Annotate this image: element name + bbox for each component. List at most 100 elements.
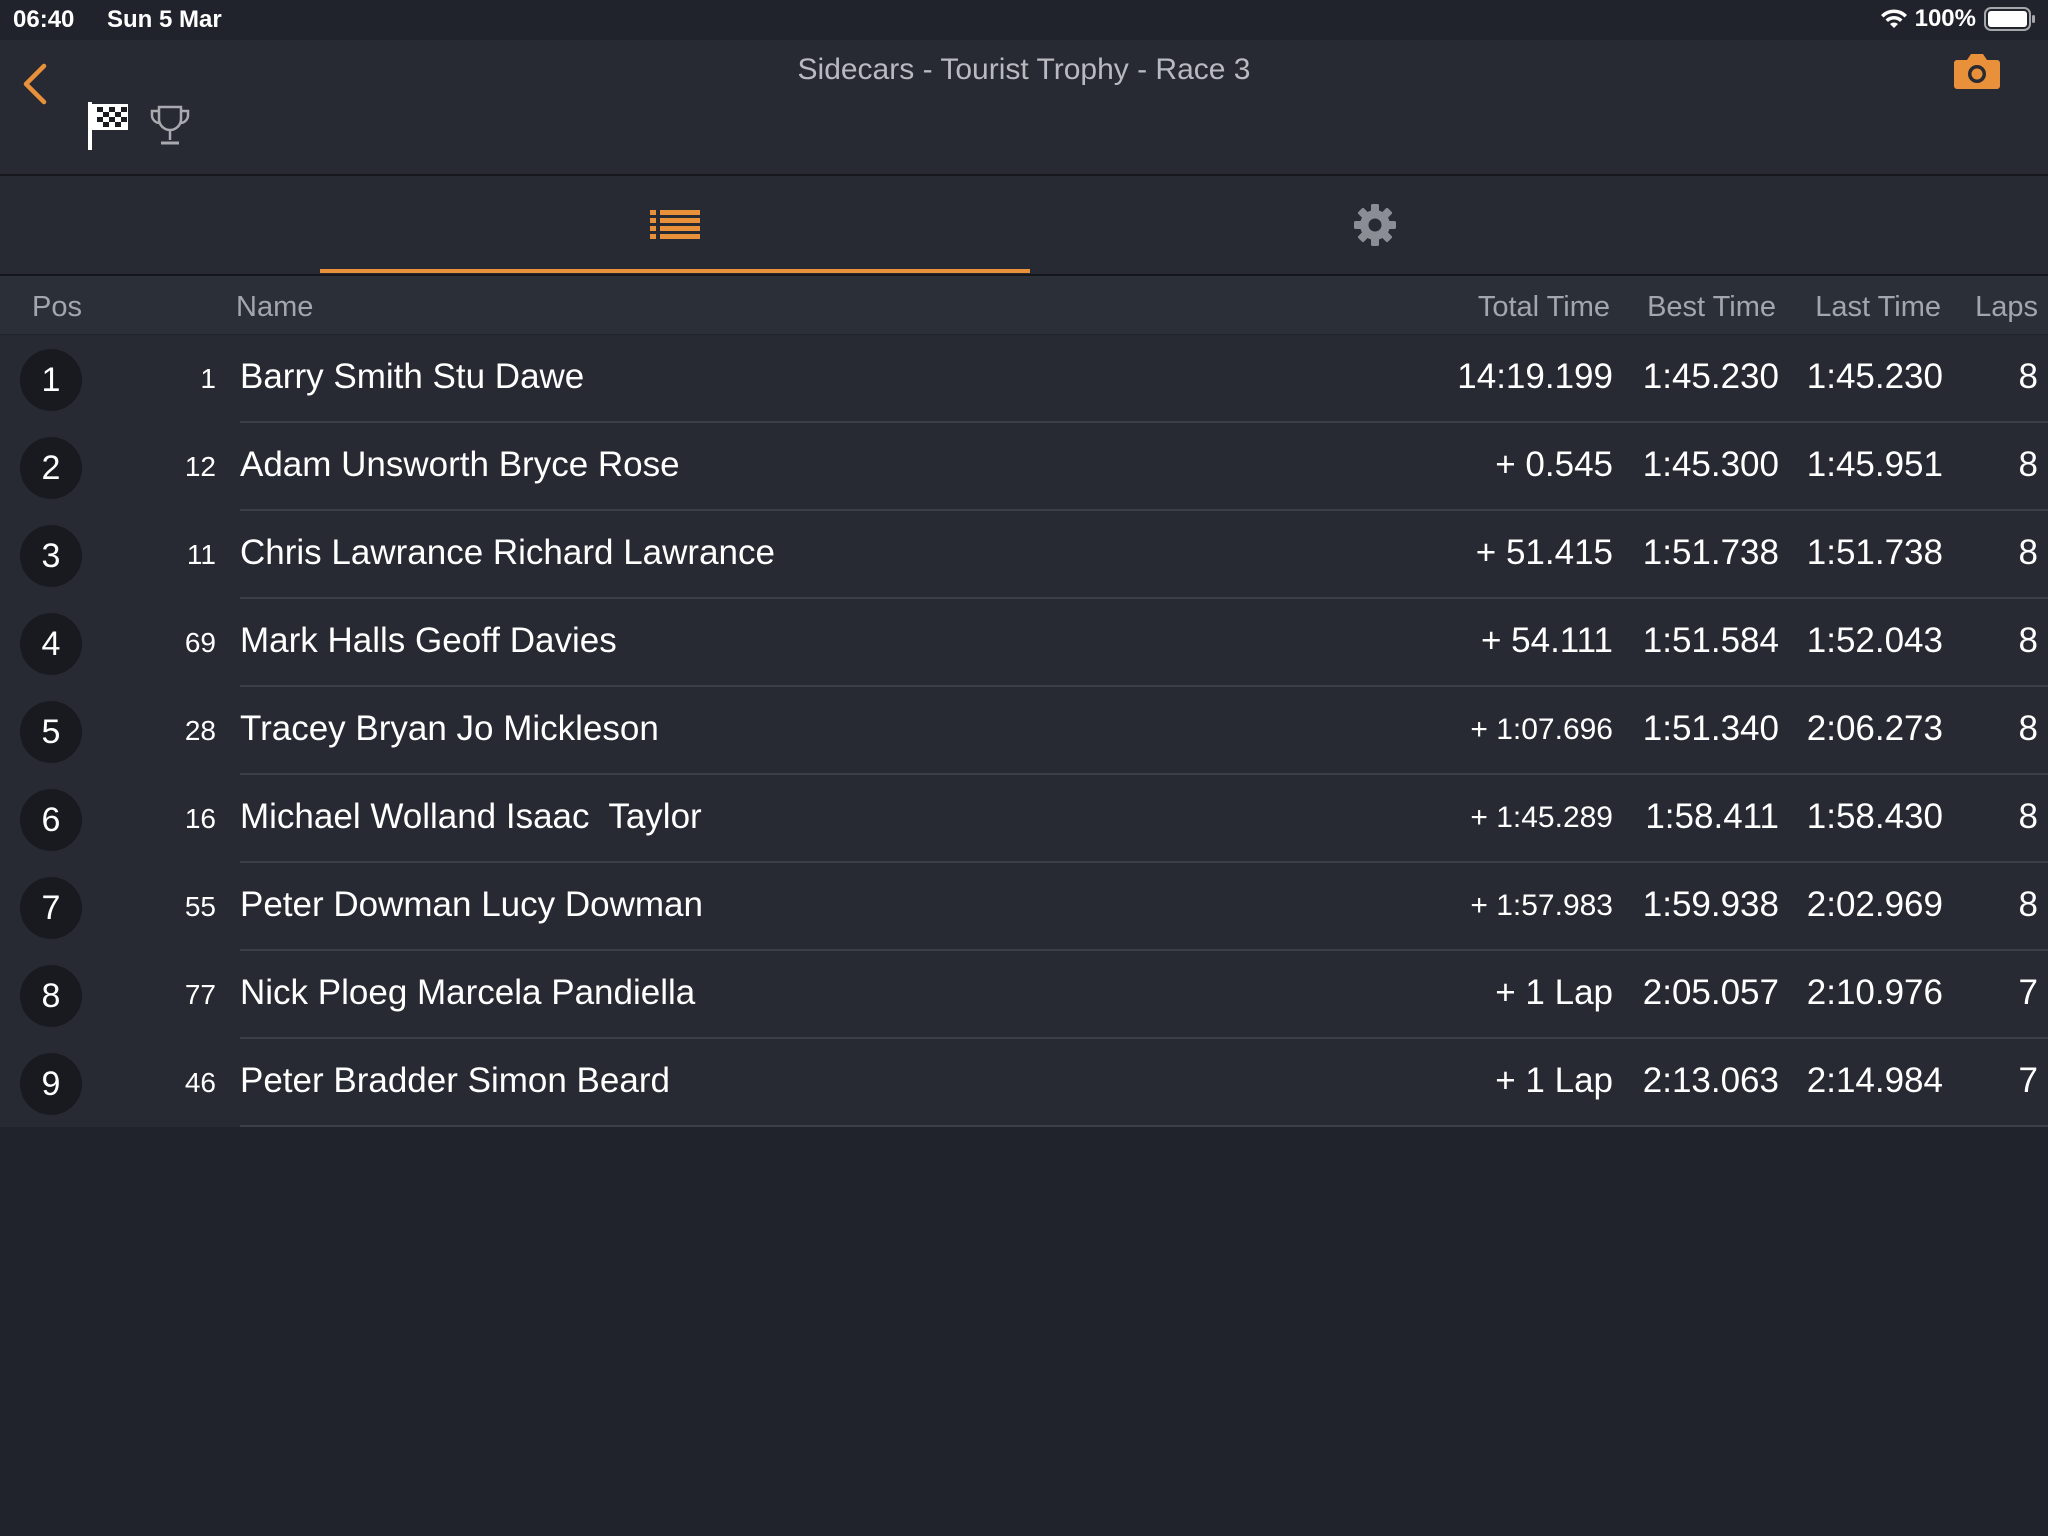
rider-names: Peter Bradder Simon Beard <box>240 1061 670 1100</box>
gear-icon <box>1354 204 1396 246</box>
total-time: + 51.415 <box>1475 533 1613 572</box>
table-row[interactable]: 6 16 Michael Wolland Isaac Taylor + 1:45… <box>0 775 2048 863</box>
laps: 7 <box>2018 973 2038 1012</box>
last-time: 1:58.430 <box>1806 797 1943 836</box>
rider-names: Peter Dowman Lucy Dowman <box>240 885 703 924</box>
status-time: 06:40 <box>13 6 75 33</box>
race-number: 11 <box>186 539 216 570</box>
position-badge: 1 <box>20 349 82 411</box>
list-icon <box>650 210 700 239</box>
last-time: 2:06.273 <box>1806 709 1943 748</box>
column-header-last-time: Last Time <box>1815 291 1941 323</box>
best-time: 1:45.300 <box>1642 445 1779 484</box>
status-date: Sun 5 Mar <box>107 6 222 33</box>
table-row[interactable]: 5 28 Tracey Bryan Jo Mickleson + 1:07.69… <box>0 687 2048 775</box>
position-badge: 2 <box>20 437 82 499</box>
total-time: + 0.545 <box>1495 445 1613 484</box>
total-time: + 1:45.289 <box>1470 801 1613 834</box>
column-header-laps: Laps <box>1975 291 2038 323</box>
best-time: 1:51.738 <box>1642 533 1779 572</box>
selected-tab-indicator <box>320 269 1030 273</box>
app-root: 06:40 Sun 5 Mar 100% Sidecars - Tourist … <box>0 0 2048 1536</box>
laps: 8 <box>2018 885 2038 924</box>
laps: 8 <box>2018 445 2038 484</box>
wifi-icon <box>1880 9 1907 28</box>
position-badge: 9 <box>20 1053 82 1115</box>
results-table-body: 1 1 Barry Smith Stu Dawe 14:19.199 1:45.… <box>0 335 2048 1127</box>
screen-title: Sidecars - Tourist Trophy - Race 3 <box>797 53 1251 86</box>
last-time: 2:02.969 <box>1806 885 1943 924</box>
table-row[interactable]: 2 12 Adam Unsworth Bryce Rose + 0.545 1:… <box>0 423 2048 511</box>
tab-bar <box>0 176 2048 276</box>
position-badge: 5 <box>20 701 82 763</box>
position-badge: 7 <box>20 877 82 939</box>
laps: 8 <box>2018 797 2038 836</box>
race-number: 55 <box>184 891 216 922</box>
total-time: + 1 Lap <box>1495 1061 1613 1100</box>
position-badge: 8 <box>20 965 82 1027</box>
camera-icon <box>1954 54 2000 89</box>
race-number: 16 <box>184 803 216 834</box>
trophy-icon[interactable] <box>148 103 192 149</box>
last-time: 2:10.976 <box>1806 973 1943 1012</box>
camera-button[interactable] <box>1953 50 2001 92</box>
total-time: + 1:57.983 <box>1470 889 1613 922</box>
navigation-header: Sidecars - Tourist Trophy - Race 3 <box>0 40 2048 176</box>
race-number: 1 <box>200 363 216 394</box>
best-time: 1:59.938 <box>1642 885 1779 924</box>
trophy-graphic <box>150 105 190 145</box>
battery-percentage: 100% <box>1914 5 1976 32</box>
position-badge: 6 <box>20 789 82 851</box>
checkered-flag-icon[interactable] <box>86 100 132 152</box>
position-badge: 4 <box>20 613 82 675</box>
rider-names: Nick Ploeg Marcela Pandiella <box>240 973 696 1012</box>
best-time: 2:05.057 <box>1642 973 1779 1012</box>
total-time: + 1:07.696 <box>1470 713 1613 746</box>
laps: 8 <box>2018 709 2038 748</box>
best-time: 1:51.340 <box>1642 709 1779 748</box>
column-header-total-time: Total Time <box>1477 291 1610 323</box>
best-time: 2:13.063 <box>1642 1061 1779 1100</box>
column-header-pos: Pos <box>32 291 82 323</box>
race-number: 69 <box>184 627 216 658</box>
tab-results-list[interactable] <box>320 176 1030 274</box>
best-time: 1:58.411 <box>1645 797 1779 836</box>
checkered-flag-graphic <box>88 102 128 150</box>
rider-names: Adam Unsworth Bryce Rose <box>240 445 680 484</box>
tab-settings[interactable] <box>1030 176 1720 274</box>
laps: 8 <box>2018 533 2038 572</box>
status-bar: 06:40 Sun 5 Mar 100% <box>0 0 2048 40</box>
last-time: 1:51.738 <box>1806 533 1943 572</box>
laps: 7 <box>2018 1061 2038 1100</box>
last-time: 2:14.984 <box>1806 1061 1943 1100</box>
rider-names: Barry Smith Stu Dawe <box>240 357 585 396</box>
position-badge: 3 <box>20 525 82 587</box>
last-time: 1:52.043 <box>1806 621 1943 660</box>
total-time: + 54.111 <box>1480 621 1613 660</box>
race-number: 77 <box>184 979 216 1010</box>
table-row[interactable]: 3 11 Chris Lawrance Richard Lawrance + 5… <box>0 511 2048 599</box>
rider-names: Tracey Bryan Jo Mickleson <box>240 709 659 748</box>
rider-names: Mark Halls Geoff Davies <box>240 621 617 660</box>
rider-names: Chris Lawrance Richard Lawrance <box>240 533 775 572</box>
table-row[interactable]: 7 55 Peter Dowman Lucy Dowman + 1:57.983… <box>0 863 2048 951</box>
best-time: 1:51.584 <box>1642 621 1779 660</box>
rider-names: Michael Wolland Isaac Taylor <box>240 797 702 836</box>
race-number: 46 <box>184 1067 216 1098</box>
status-right: 100% <box>1879 5 2036 33</box>
race-number: 12 <box>184 451 216 482</box>
laps: 8 <box>2018 621 2038 660</box>
best-time: 1:45.230 <box>1642 357 1779 396</box>
total-time: + 1 Lap <box>1495 973 1613 1012</box>
race-number: 28 <box>184 715 216 746</box>
table-row[interactable]: 9 46 Peter Bradder Simon Beard + 1 Lap 2… <box>0 1039 2048 1127</box>
table-row[interactable]: 8 77 Nick Ploeg Marcela Pandiella + 1 La… <box>0 951 2048 1039</box>
results-table-header: Pos Name Total Time Best Time Last Time … <box>0 276 2048 334</box>
last-time: 1:45.230 <box>1806 357 1943 396</box>
last-time: 1:45.951 <box>1806 445 1943 484</box>
table-row[interactable]: 4 69 Mark Halls Geoff Davies + 54.111 1:… <box>0 599 2048 687</box>
table-row[interactable]: 1 1 Barry Smith Stu Dawe 14:19.199 1:45.… <box>0 335 2048 423</box>
total-time: 14:19.199 <box>1457 357 1613 396</box>
column-header-best-time: Best Time <box>1647 291 1776 323</box>
battery-icon <box>1984 7 2035 31</box>
